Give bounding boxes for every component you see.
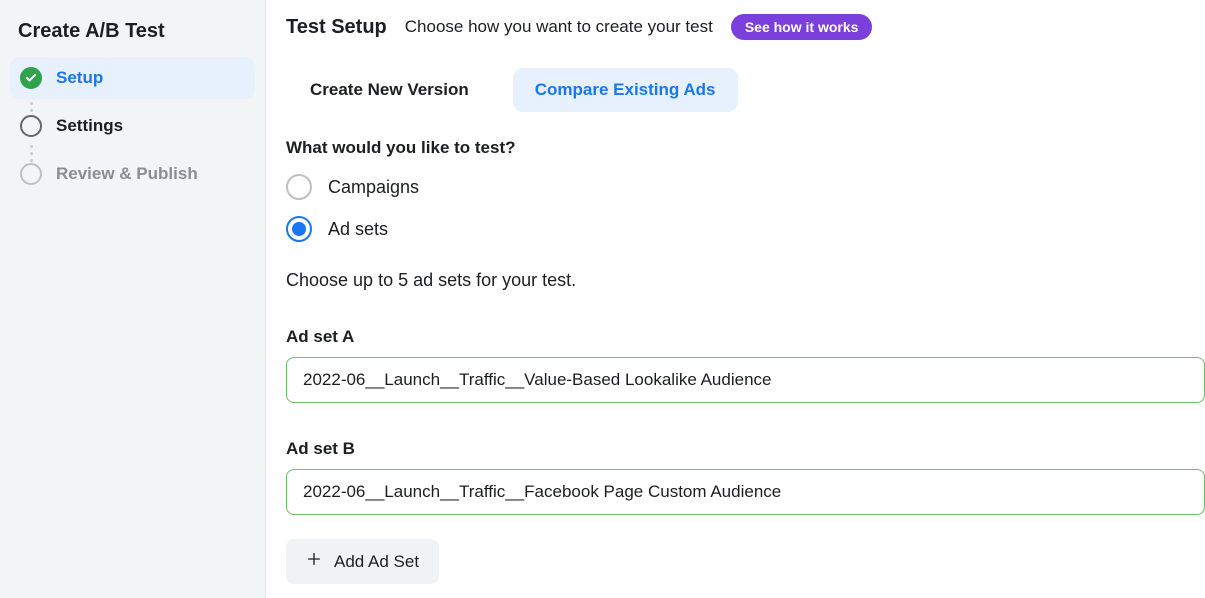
step-label: Setup <box>56 68 103 88</box>
radio-icon <box>286 216 312 242</box>
tab-compare-existing-ads[interactable]: Compare Existing Ads <box>513 68 738 112</box>
step-settings[interactable]: Settings <box>10 105 255 147</box>
radio-option-campaigns[interactable]: Campaigns <box>286 174 1205 200</box>
radio-option-ad-sets[interactable]: Ad sets <box>286 216 1205 242</box>
see-how-it-works-button[interactable]: See how it works <box>731 14 873 40</box>
step-label: Review & Publish <box>56 164 198 184</box>
sidebar: Create A/B Test Setup Settings Review & … <box>0 0 266 598</box>
plus-icon <box>306 551 322 572</box>
step-label: Settings <box>56 116 123 136</box>
step-review-publish[interactable]: Review & Publish <box>10 153 255 195</box>
step-list: Setup Settings Review & Publish <box>10 57 255 195</box>
circle-icon <box>20 163 42 185</box>
check-icon <box>20 67 42 89</box>
radio-label: Ad sets <box>328 219 388 240</box>
test-question: What would you like to test? <box>286 138 1205 158</box>
sidebar-title: Create A/B Test <box>10 14 255 57</box>
page-title: Test Setup <box>286 16 387 39</box>
adset-b-input[interactable] <box>286 469 1205 515</box>
tab-create-new-version[interactable]: Create New Version <box>288 68 491 112</box>
adset-a-label: Ad set A <box>286 327 1205 347</box>
adset-a-input[interactable] <box>286 357 1205 403</box>
page-subtitle: Choose how you want to create your test <box>405 17 713 37</box>
add-ad-set-label: Add Ad Set <box>334 552 419 572</box>
circle-icon <box>20 115 42 137</box>
tab-bar: Create New Version Compare Existing Ads <box>288 68 1205 112</box>
radio-label: Campaigns <box>328 177 419 198</box>
radio-icon <box>286 174 312 200</box>
step-setup[interactable]: Setup <box>10 57 255 99</box>
add-ad-set-button[interactable]: Add Ad Set <box>286 539 439 584</box>
page-header: Test Setup Choose how you want to create… <box>286 14 1205 40</box>
hint-text: Choose up to 5 ad sets for your test. <box>286 270 1205 291</box>
adset-b-label: Ad set B <box>286 439 1205 459</box>
main-content: Test Setup Choose how you want to create… <box>266 0 1205 598</box>
